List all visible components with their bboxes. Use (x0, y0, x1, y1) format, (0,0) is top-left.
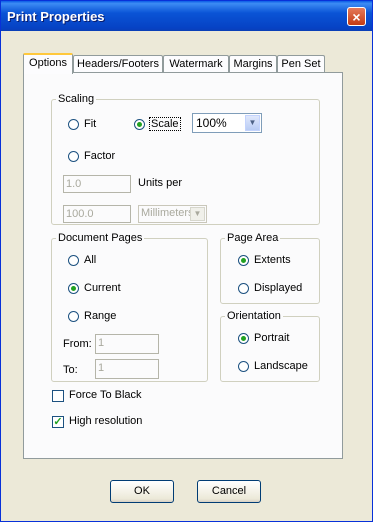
print-properties-dialog: Print Properties × Options Headers/Foote… (0, 0, 373, 522)
cancel-button[interactable]: Cancel (197, 480, 261, 503)
from-input[interactable]: 1 (95, 334, 159, 354)
current-label: Current (84, 282, 121, 294)
tab-watermark[interactable]: Watermark (163, 55, 229, 73)
to-label: To: (63, 364, 78, 376)
tab-pen-set[interactable]: Pen Set (277, 55, 325, 73)
units-per-label: Units per (138, 177, 183, 189)
close-icon: × (352, 9, 361, 25)
high-resolution-label: High resolution (69, 415, 143, 427)
fit-label: Fit (84, 118, 97, 130)
title-bar[interactable]: Print Properties × (1, 1, 372, 31)
to-input[interactable]: 1 (95, 359, 159, 379)
window-title: Print Properties (7, 9, 105, 24)
force-to-black-label: Force To Black (69, 389, 142, 401)
factor-radio[interactable] (68, 151, 79, 162)
scale-radio[interactable] (134, 119, 145, 130)
scale-value: 100% (196, 116, 227, 130)
force-to-black-checkbox[interactable] (52, 390, 64, 402)
units-select-value: Millimeters (141, 207, 194, 219)
tab-label: Options (29, 57, 67, 69)
factor-label: Factor (84, 150, 116, 162)
tab-margins[interactable]: Margins (229, 55, 277, 73)
factor-input[interactable]: 1.0 (63, 175, 131, 193)
tab-label: Headers/Footers (77, 58, 159, 70)
scale-label: Scale (149, 117, 181, 131)
displayed-label: Displayed (254, 282, 303, 294)
tab-label: Pen Set (281, 58, 321, 70)
extents-radio[interactable] (238, 255, 249, 266)
scale-select[interactable]: 100% ▼ (192, 113, 262, 133)
extents-label: Extents (254, 254, 291, 266)
page-area-legend: Page Area (227, 232, 279, 244)
current-radio[interactable] (68, 283, 79, 294)
all-radio[interactable] (68, 255, 79, 266)
tab-headers-footers[interactable]: Headers/Footers (73, 55, 163, 73)
portrait-radio[interactable] (238, 333, 249, 344)
close-button[interactable]: × (347, 7, 366, 26)
fit-radio[interactable] (68, 119, 79, 130)
high-resolution-checkbox[interactable]: ✓ (52, 416, 64, 428)
from-label: From: (63, 338, 92, 350)
ok-button[interactable]: OK (110, 480, 174, 503)
portrait-label: Portrait (254, 332, 290, 344)
chevron-down-icon[interactable]: ▼ (245, 115, 260, 131)
chevron-down-icon[interactable]: ▼ (190, 207, 205, 221)
tab-options[interactable]: Options (23, 53, 73, 74)
document-pages-legend: Document Pages (58, 232, 143, 244)
units-select[interactable]: Millimeters ▼ (138, 205, 207, 223)
tab-label: Watermark (169, 58, 223, 70)
tab-label: Margins (233, 58, 273, 70)
checkmark-icon: ✓ (53, 416, 63, 428)
landscape-radio[interactable] (238, 361, 249, 372)
displayed-radio[interactable] (238, 283, 249, 294)
range-radio[interactable] (68, 311, 79, 322)
orientation-legend: Orientation (227, 310, 281, 322)
units-input[interactable]: 100.0 (63, 205, 131, 223)
range-label: Range (84, 310, 117, 322)
landscape-label: Landscape (254, 360, 308, 372)
scaling-legend: Scaling (58, 93, 95, 105)
all-label: All (84, 254, 97, 266)
